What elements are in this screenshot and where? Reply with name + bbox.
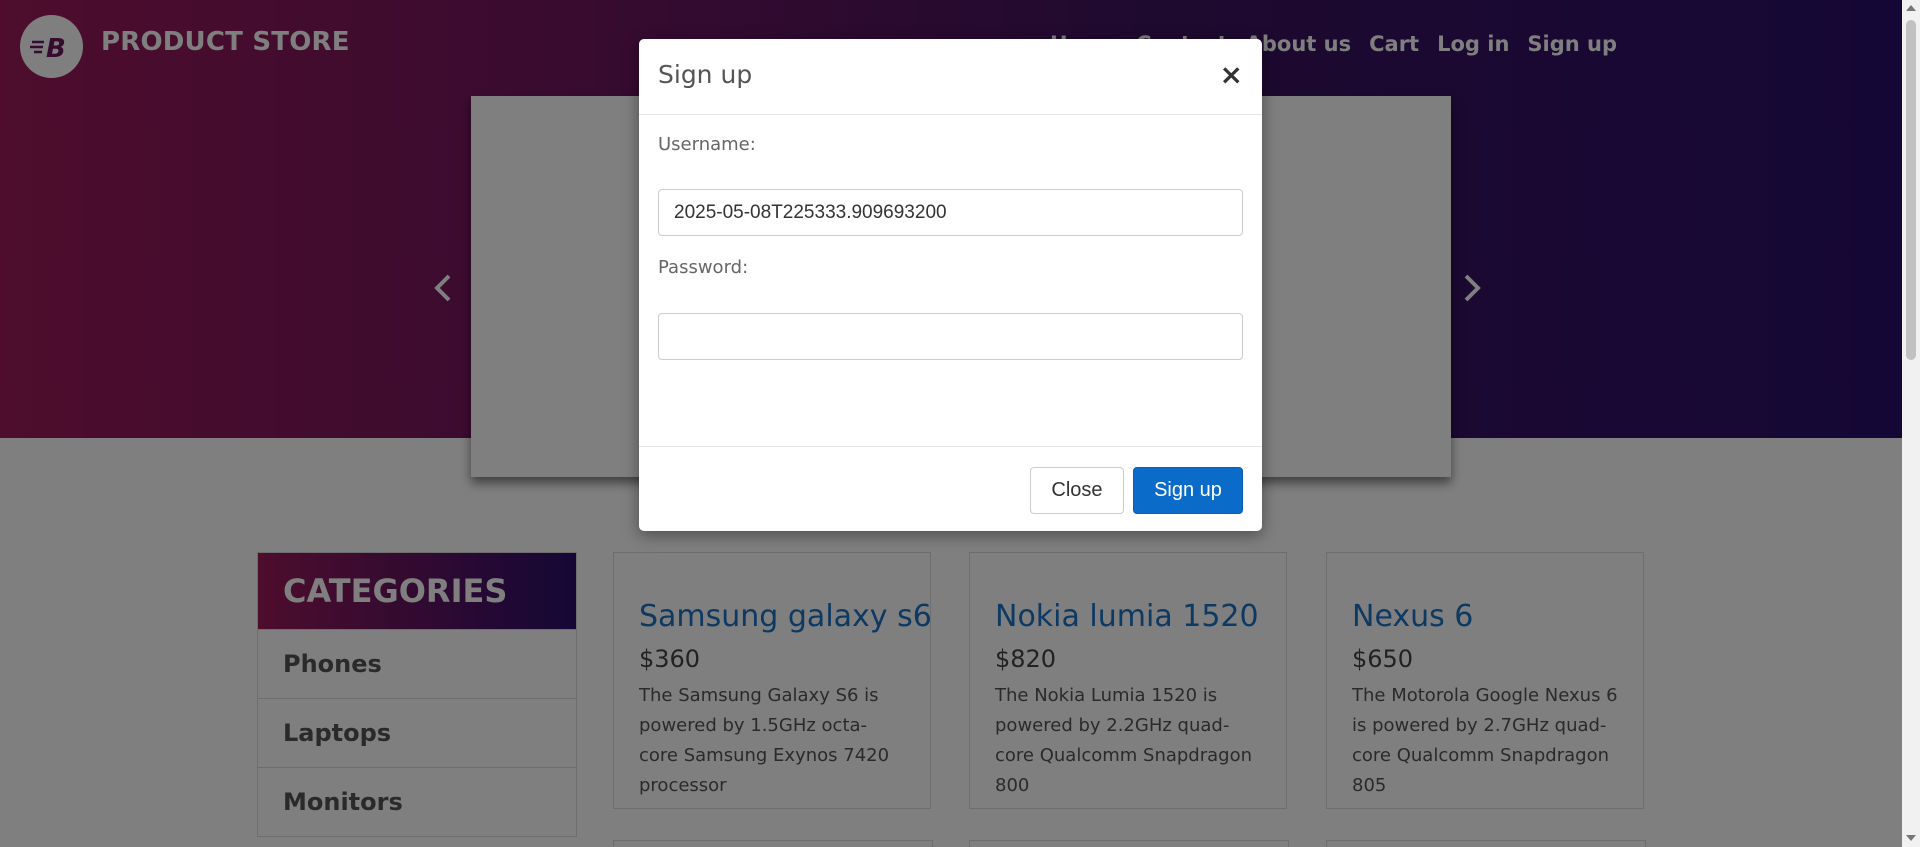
- username-label: Username:: [658, 134, 756, 155]
- close-button[interactable]: Close: [1030, 467, 1124, 514]
- password-label: Password:: [658, 257, 749, 278]
- sign-up-submit-button[interactable]: Sign up: [1133, 467, 1243, 514]
- modal-footer: Close Sign up: [639, 446, 1262, 532]
- modal-header: Sign up ×: [639, 39, 1262, 115]
- scrollbar-thumb[interactable]: [1906, 20, 1916, 360]
- username-input[interactable]: [658, 189, 1243, 236]
- scroll-down-arrow-icon[interactable]: [1906, 835, 1916, 841]
- password-input[interactable]: [658, 313, 1243, 360]
- sign-up-modal: Sign up × Username: Password: Close Sign…: [639, 39, 1262, 531]
- page: B PRODUCT STORE Home Contact About us Ca…: [0, 0, 1902, 847]
- close-icon[interactable]: ×: [1220, 61, 1243, 89]
- modal-title: Sign up: [658, 60, 753, 89]
- page-scrollbar[interactable]: [1902, 0, 1920, 847]
- scroll-up-arrow-icon[interactable]: [1906, 5, 1916, 11]
